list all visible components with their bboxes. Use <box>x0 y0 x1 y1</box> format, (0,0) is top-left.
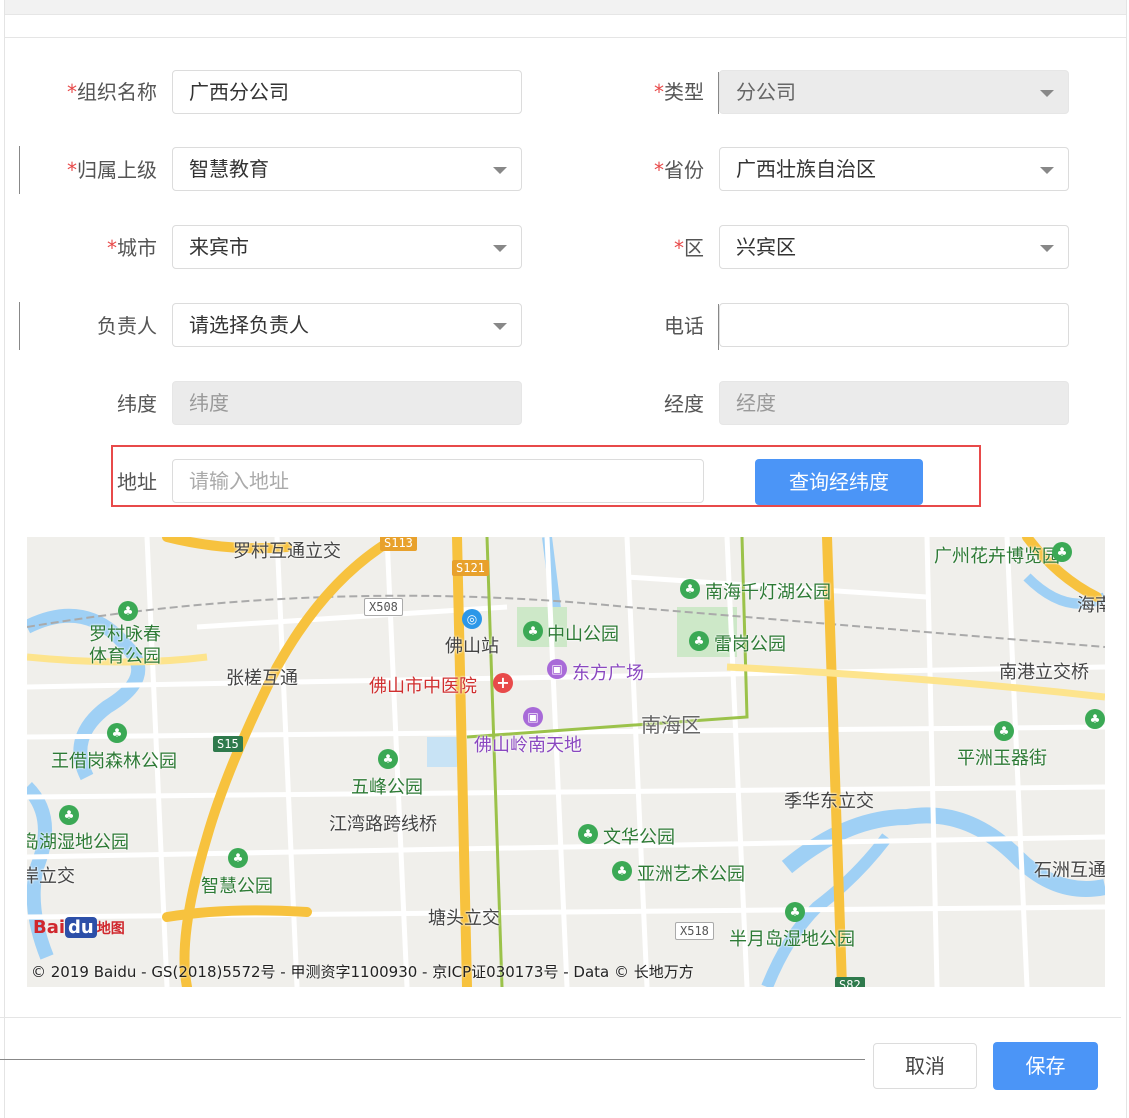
chevron-down-icon <box>1040 245 1054 252</box>
footer-divider-dark <box>0 1059 865 1060</box>
map-label: 广州花卉博览园 <box>934 546 1060 567</box>
park-icon: ♣ <box>228 848 248 868</box>
map-label: 佛山站 <box>445 636 499 657</box>
map-label: 佛山岭南天地 <box>474 735 582 756</box>
map-label: 江湾路跨线桥 <box>329 814 437 835</box>
park-icon: ♣ <box>118 601 138 621</box>
district-select[interactable]: 兴宾区 <box>719 225 1069 269</box>
map-label: 智慧公园 <box>201 876 273 897</box>
map-label: 南海千灯湖公园 <box>705 582 831 603</box>
hospital-icon: + <box>493 673 513 693</box>
parent-select[interactable]: 智慧教育 <box>172 147 522 191</box>
parent-label: *归属上级 <box>67 158 157 182</box>
map-label: 南港立交桥 <box>999 662 1089 683</box>
park-icon: ♣ <box>59 805 79 825</box>
park-icon: ♣ <box>107 723 127 743</box>
manager-label: 负责人 <box>97 314 157 338</box>
map-label: 岛湖湿地公园 <box>27 832 129 853</box>
map-label: 罗村咏春 体育公园 <box>89 624 161 667</box>
shopping-icon: ▣ <box>547 659 567 679</box>
map-label: 塘头立交 <box>428 908 500 929</box>
park-icon: ♣ <box>523 621 543 641</box>
map-roads <box>27 537 1105 987</box>
type-select[interactable]: 分公司 <box>719 70 1069 114</box>
field-divider <box>718 72 719 114</box>
district-label: *区 <box>674 236 704 260</box>
road-shield: S113 <box>380 537 417 551</box>
footer-divider <box>0 1017 1121 1018</box>
city-label: *城市 <box>107 236 157 260</box>
chevron-down-icon <box>1040 90 1054 97</box>
park-icon: ♣ <box>994 721 1014 741</box>
header-divider <box>5 37 1126 38</box>
map-label: 张槎互通 <box>226 668 298 689</box>
manager-select[interactable]: 请选择负责人 <box>172 303 522 347</box>
map-label: 罗村互通立交 <box>233 541 341 562</box>
road-shield: S15 <box>213 736 243 752</box>
map-label: 雷岗公园 <box>714 634 786 655</box>
dialog-header <box>5 0 1126 15</box>
road-shield: S82 <box>835 977 865 987</box>
map-label: 季华东立交 <box>784 791 874 812</box>
org-name-input[interactable]: 广西分公司 <box>172 70 522 114</box>
road-shield: X518 <box>675 922 714 940</box>
province-select[interactable]: 广西壮族自治区 <box>719 147 1069 191</box>
org-name-label: *组织名称 <box>67 80 157 104</box>
park-icon: ♣ <box>689 631 709 651</box>
park-icon: ♣ <box>680 579 700 599</box>
map-label: 文华公园 <box>603 827 675 848</box>
park-icon: ♣ <box>578 824 598 844</box>
park-icon: ♣ <box>612 861 632 881</box>
save-button[interactable]: 保存 <box>993 1042 1098 1090</box>
address-label: 地址 <box>117 470 157 494</box>
latitude-input: 纬度 <box>172 381 522 425</box>
chevron-down-icon <box>1040 167 1054 174</box>
query-coordinates-button[interactable]: 查询经纬度 <box>755 459 923 505</box>
province-label: *省份 <box>654 158 704 182</box>
longitude-label: 经度 <box>664 392 704 416</box>
longitude-input: 经度 <box>719 381 1069 425</box>
map-label: 海南 <box>1077 595 1105 616</box>
phone-input[interactable] <box>719 303 1069 347</box>
latitude-label: 纬度 <box>117 392 157 416</box>
chevron-down-icon <box>493 167 507 174</box>
map-label: 东方广场 <box>572 663 644 684</box>
map-label: 佛山市中医院 <box>369 676 477 697</box>
park-icon: ♣ <box>1052 542 1072 562</box>
address-input[interactable]: 请输入地址 <box>172 459 704 503</box>
park-icon: ♣ <box>1085 709 1105 729</box>
water-area <box>427 737 457 767</box>
map-label: 石洲互通 <box>1034 860 1105 881</box>
map-label: 亚洲艺术公园 <box>637 864 745 885</box>
phone-label: 电话 <box>664 314 704 338</box>
baidu-map[interactable]: S113 S121 X508 S15 X518 S82 罗村互通立交 广州花卉博… <box>27 537 1105 987</box>
map-label: 岸立交 <box>27 866 75 887</box>
map-label: 平洲玉器街 <box>957 748 1047 769</box>
cancel-button[interactable]: 取消 <box>873 1043 977 1089</box>
park-icon: ♣ <box>785 902 805 922</box>
map-label: 王借岗森林公园 <box>51 751 177 772</box>
baidu-logo: Bai du 地图 <box>33 917 125 938</box>
road-shield: S121 <box>452 560 489 576</box>
train-station-icon: ◎ <box>462 609 482 629</box>
chevron-down-icon <box>493 245 507 252</box>
road-shield: X508 <box>364 598 403 616</box>
map-copyright: © 2019 Baidu - GS(2018)5572号 - 甲测资字11009… <box>31 963 694 981</box>
shopping-icon: ▣ <box>523 707 543 727</box>
map-label: 南海区 <box>641 713 701 737</box>
map-label: 半月岛湿地公园 <box>729 929 855 950</box>
text-cursor <box>718 304 719 350</box>
type-label: *类型 <box>654 80 704 104</box>
map-label: 五峰公园 <box>351 777 423 798</box>
park-icon: ♣ <box>378 749 398 769</box>
city-select[interactable]: 来宾市 <box>172 225 522 269</box>
chevron-down-icon <box>493 323 507 330</box>
map-label: 中山公园 <box>547 624 619 645</box>
